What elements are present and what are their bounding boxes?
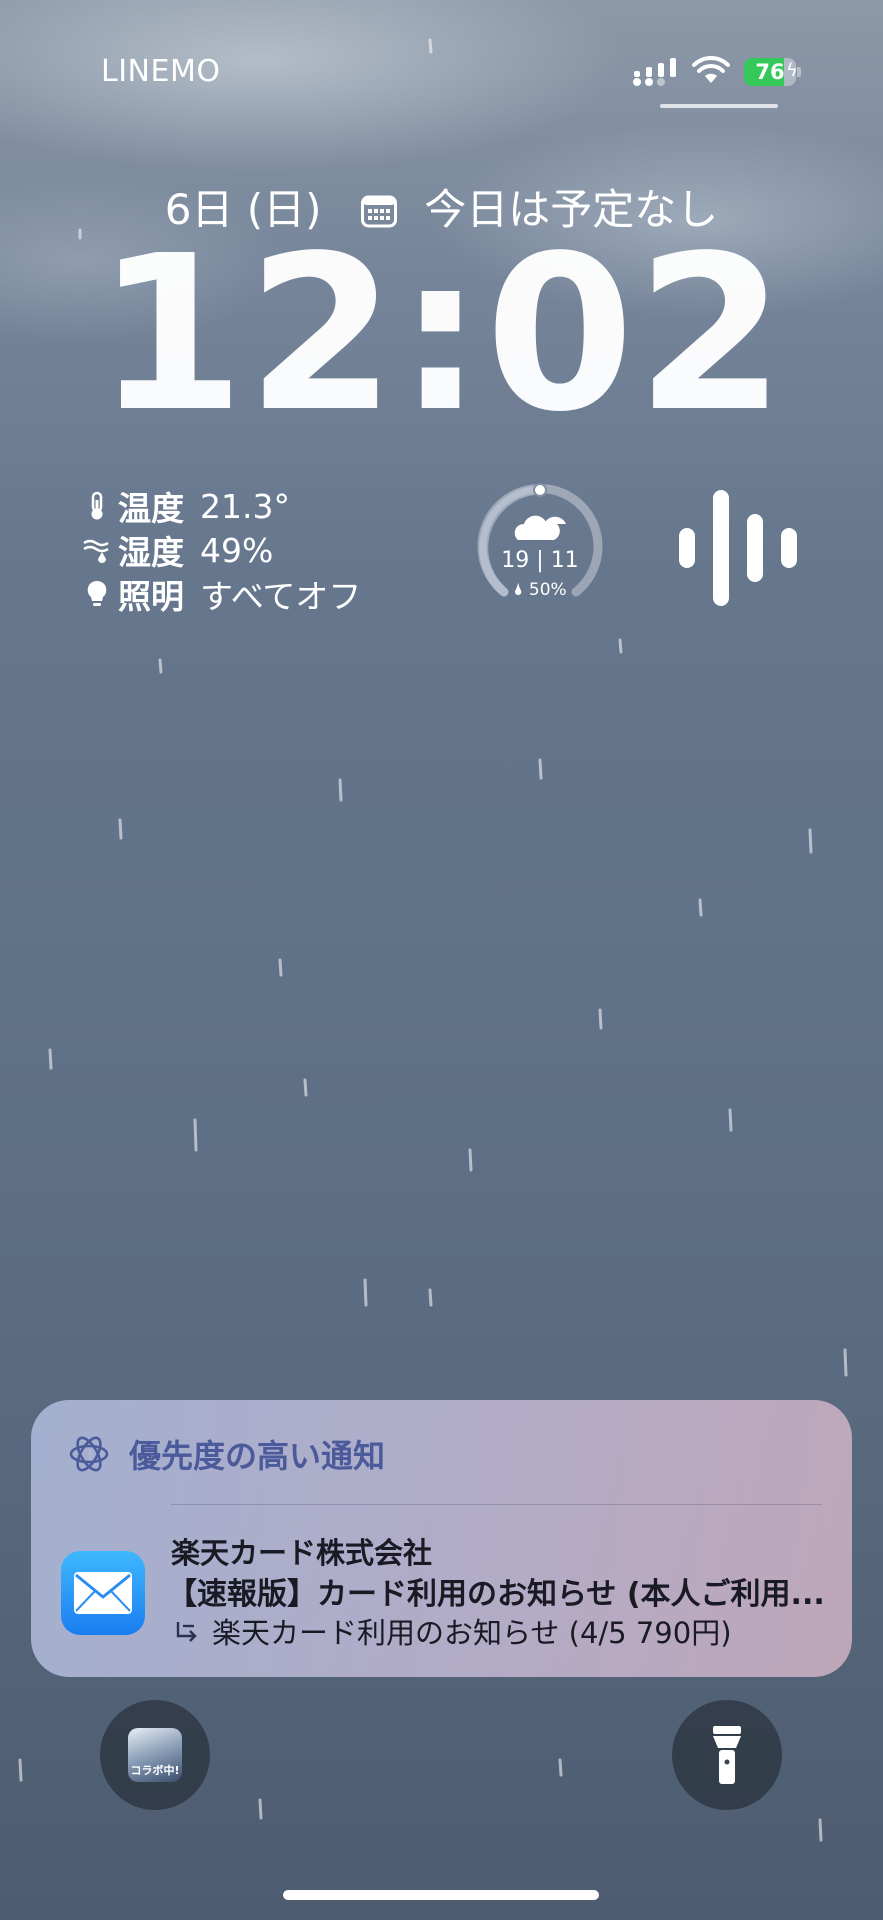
notification-preview-text: 楽天カード利用のお知らせ (4/5 790円) <box>212 1616 732 1650</box>
wifi-icon <box>692 56 730 83</box>
lighting-label: 照明 <box>118 577 184 616</box>
priority-notification[interactable]: 優先度の高い通知 楽天カード株式会社 【速報版】カード利用のお知らせ (本人ご利… <box>31 1400 852 1677</box>
notification-preview: 楽天カード利用のお知らせ (4/5 790円) <box>174 1610 732 1652</box>
app-shortcut-button[interactable]: コラボ中! <box>100 1700 210 1810</box>
notification-subject: 【速報版】カード利用のお知らせ (本人ご利用... <box>167 1577 825 1612</box>
raindrop-icon: 🌢 <box>513 580 524 600</box>
flashlight-icon <box>713 1726 741 1784</box>
thermometer-icon <box>91 491 103 520</box>
notification-divider <box>171 1504 822 1505</box>
apple-intelligence-icon <box>69 1436 109 1472</box>
weather-widget[interactable]: 19 | 11 🌢 50% <box>474 482 606 614</box>
humidity-icon <box>83 539 109 563</box>
humidity-label: 湿度 <box>118 533 184 572</box>
battery-charging-icon: 76 ϟ <box>744 58 802 86</box>
control-center-indicator[interactable] <box>660 104 778 108</box>
humidity-row: 湿度 49% <box>82 528 382 572</box>
battery-tip <box>797 67 801 77</box>
signal-icon <box>633 58 676 86</box>
lightbulb-icon <box>87 580 107 606</box>
home-indicator[interactable] <box>283 1890 599 1900</box>
cloud-umbrella-icon <box>514 515 566 540</box>
flashlight-button[interactable] <box>672 1700 782 1810</box>
temperature-label: 温度 <box>118 489 184 528</box>
app-badge-text: コラボ中! <box>130 1764 180 1777</box>
mail-icon <box>74 1572 132 1614</box>
temperature-value: 21.3° <box>200 486 290 526</box>
home-widget[interactable]: 温度 21.3° 湿度 49% 照明 すべてオフ <box>82 484 382 616</box>
notification-header: 優先度の高い通知 <box>67 1428 385 1480</box>
summary-icon <box>176 1622 197 1642</box>
humidity-value: 49% <box>200 530 274 570</box>
carrier-name: LINEMO <box>101 54 221 89</box>
audio-waveform-icon[interactable] <box>676 488 800 608</box>
lighting-value: すべてオフ <box>200 577 362 616</box>
rain-chance: 🌢 50% <box>474 580 606 600</box>
weather-temps: 19 | 11 <box>501 548 579 573</box>
lock-clock[interactable]: 12:02 <box>0 228 883 442</box>
lighting-row: 照明 すべてオフ <box>82 572 382 616</box>
notification-sender: 楽天カード株式会社 <box>171 1536 433 1570</box>
temperature-row: 温度 21.3° <box>82 484 382 528</box>
rain-chance-value: 50% <box>528 580 567 600</box>
game-app-icon: コラボ中! <box>128 1728 182 1782</box>
notification-header-title: 優先度の高い通知 <box>129 1437 386 1475</box>
mail-app-icon <box>61 1551 145 1635</box>
